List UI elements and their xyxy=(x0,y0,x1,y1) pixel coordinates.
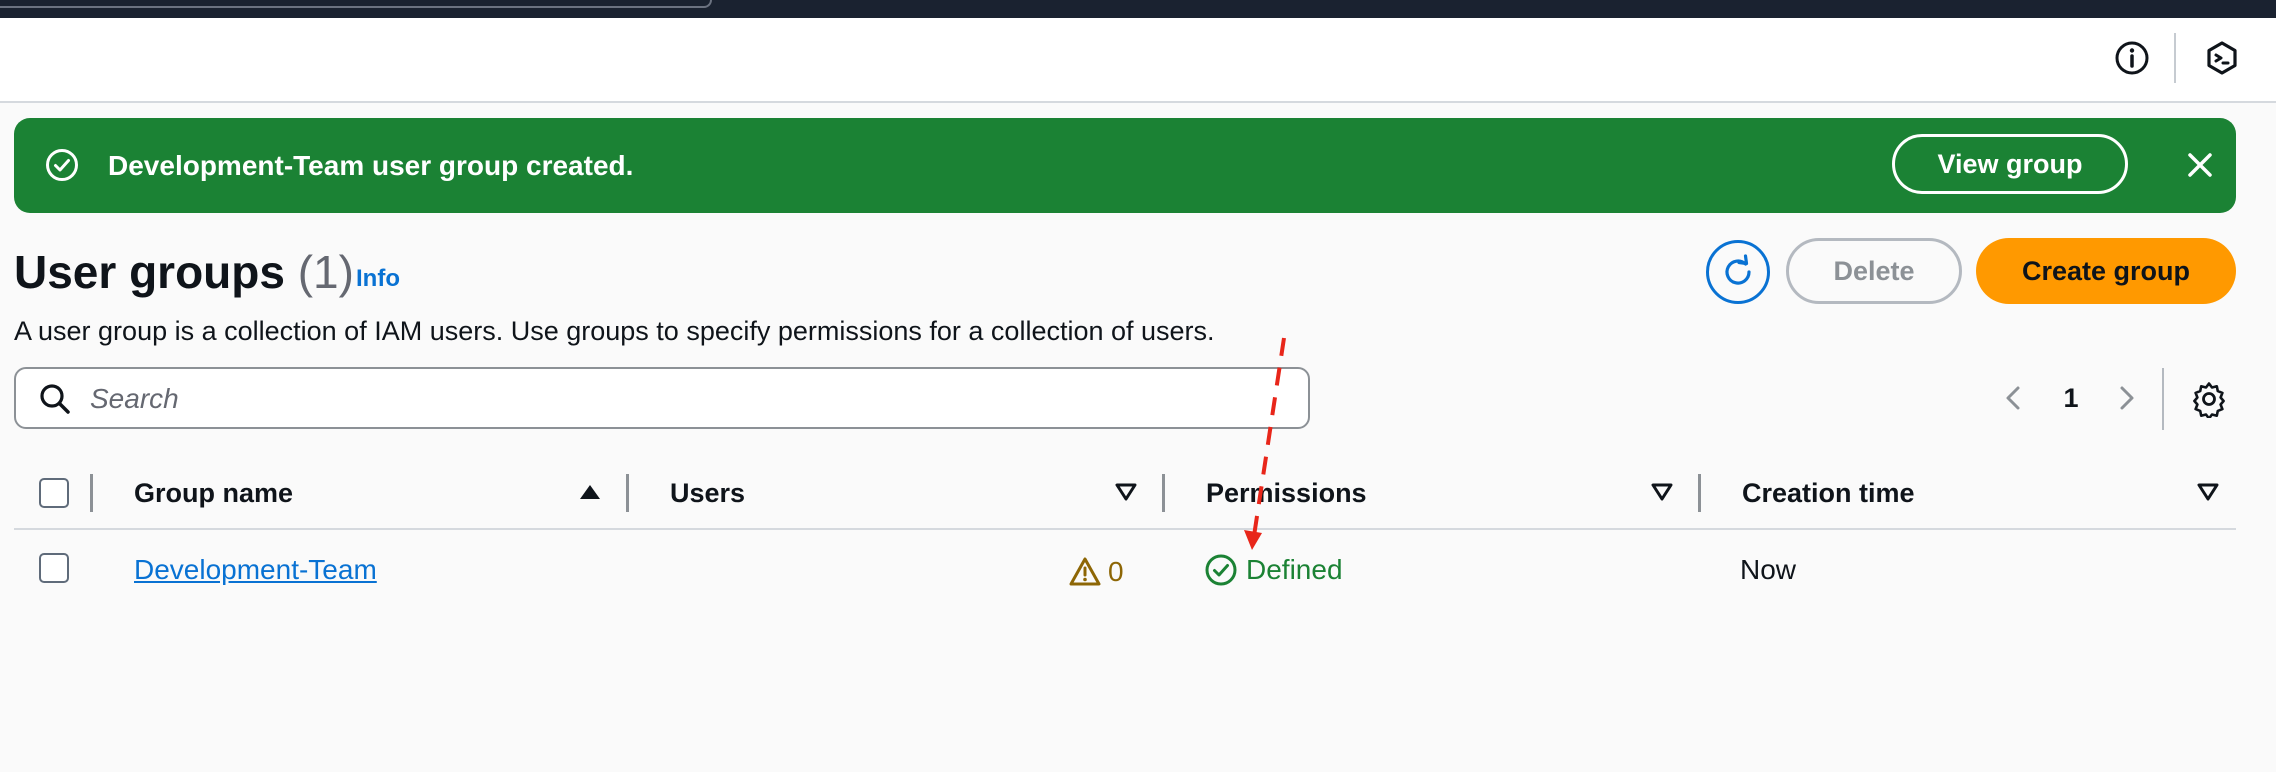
chevron-left-icon[interactable] xyxy=(1996,380,2032,416)
group-count: (1) xyxy=(297,246,354,298)
pager-divider xyxy=(2162,368,2164,430)
search-input[interactable] xyxy=(88,377,1292,421)
success-check-icon xyxy=(44,147,80,183)
column-header-creation-time[interactable]: Creation time xyxy=(1742,476,1915,510)
column-divider xyxy=(90,474,93,512)
close-icon[interactable] xyxy=(2182,147,2218,183)
refresh-button[interactable] xyxy=(1706,240,1770,304)
column-header-group-name[interactable]: Group name xyxy=(134,476,293,510)
info-icon[interactable] xyxy=(2112,38,2152,78)
cloudshell-icon[interactable] xyxy=(2202,38,2242,78)
header-divider xyxy=(2174,33,2176,83)
refresh-icon xyxy=(1725,254,1751,285)
column-divider xyxy=(626,474,629,512)
table-row: Development-Team 0 Defined Now xyxy=(14,530,2236,610)
current-page-number[interactable]: 1 xyxy=(2056,381,2086,415)
chevron-right-icon[interactable] xyxy=(2108,380,2144,416)
group-name-link[interactable]: Development-Team xyxy=(134,552,377,588)
column-divider xyxy=(1162,474,1165,512)
select-all-checkbox[interactable] xyxy=(39,478,69,508)
console-header xyxy=(0,18,2276,103)
column-divider xyxy=(1698,474,1701,512)
browser-top-bar xyxy=(0,0,2276,18)
page-description: A user group is a collection of IAM user… xyxy=(14,316,1215,346)
browser-tab-edge xyxy=(0,0,712,8)
permissions-status-label: Defined xyxy=(1246,554,1343,585)
create-group-button[interactable]: Create group xyxy=(1976,238,2236,304)
warning-icon xyxy=(1069,557,1101,586)
column-header-users[interactable]: Users xyxy=(670,476,745,510)
sort-descending-icon[interactable] xyxy=(1650,480,1674,504)
users-count-value: 0 xyxy=(1108,556,1124,587)
creation-time-value: Now xyxy=(1740,554,1797,585)
row-checkbox[interactable] xyxy=(39,553,69,583)
flash-message: Development-Team user group created. xyxy=(108,150,634,181)
search-field[interactable] xyxy=(14,367,1310,429)
search-icon xyxy=(38,382,72,416)
sort-descending-icon[interactable] xyxy=(2196,480,2220,504)
info-link[interactable]: Info xyxy=(356,264,400,294)
page-title-text: User groups xyxy=(14,246,285,298)
column-header-permissions[interactable]: Permissions xyxy=(1206,476,1367,510)
sort-ascending-icon[interactable] xyxy=(578,480,602,504)
gear-icon[interactable] xyxy=(2190,380,2228,420)
success-check-icon xyxy=(1205,554,1237,586)
view-group-button[interactable]: View group xyxy=(1892,134,2128,194)
page-title: User groups (1) xyxy=(14,244,354,300)
table-header: Group name Users Permissions Creation ti… xyxy=(14,462,2236,530)
delete-button[interactable]: Delete xyxy=(1786,238,1962,304)
permissions-status: Defined xyxy=(1204,552,1343,588)
success-flash-banner: Development-Team user group created. Vie… xyxy=(14,118,2236,213)
sort-descending-icon[interactable] xyxy=(1114,480,1138,504)
users-count: 0 xyxy=(1068,554,1124,590)
